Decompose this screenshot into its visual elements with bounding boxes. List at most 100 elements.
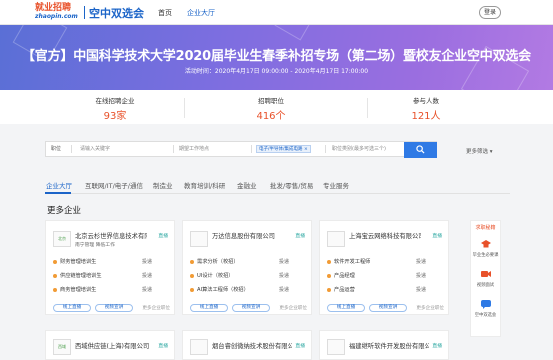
keyword-input[interactable]: 请输入关键字 [80, 142, 110, 156]
stat-participants: 参与人数 121人 [376, 95, 476, 122]
live-stream-button[interactable]: 线上直播 [190, 304, 228, 312]
video-camera-icon [480, 269, 492, 280]
search-button[interactable] [404, 142, 437, 158]
job-item[interactable]: 财务管理培训生 [53, 258, 96, 265]
apply-button[interactable]: 投递 [142, 286, 152, 293]
tab-finance[interactable]: 金融业 [237, 180, 257, 190]
company-card[interactable]: 福建继听软件开发股份有限公司 直播 [319, 330, 449, 360]
job-title: 产品经理 [334, 273, 355, 279]
apply-button[interactable]: 投递 [416, 272, 426, 279]
live-stream-button[interactable]: 线上直播 [53, 304, 91, 312]
graduation-cap-icon [480, 239, 492, 250]
job-item[interactable]: 供应链管理培训生 [53, 272, 102, 279]
side-item-label: 视频面试 [476, 283, 495, 288]
job-dot-icon [327, 273, 331, 278]
active-tab-indicator [45, 192, 71, 194]
job-title: 产品运营 [334, 287, 355, 293]
tab-internet[interactable]: 互联网/IT/电子/通信 [85, 180, 143, 190]
job-item[interactable]: UI设计（校招） [190, 272, 233, 279]
job-title: 财务管理培训生 [60, 259, 97, 265]
site-title: 空中双选会 [89, 7, 144, 20]
job-dot-icon [327, 287, 331, 292]
job-item[interactable]: 产品经理 [327, 272, 355, 279]
company-card[interactable]: 上海宝云网络科技有限公司 直播 软件开发工程师 投递 产品经理 投递 产品运营 … [319, 220, 449, 315]
tab-manufacturing[interactable]: 制造业 [153, 180, 173, 190]
job-item[interactable]: 需求分析（校招） [190, 258, 239, 265]
login-button[interactable]: 登录 [479, 6, 501, 19]
search-type-select[interactable]: 职位 [51, 142, 61, 156]
industry-tag-label: 电子/半导体/集成电路 [259, 147, 303, 152]
live-badge: 直播 [432, 344, 442, 349]
company-name[interactable]: 万达信息股份有限公司 [212, 231, 284, 240]
company-name[interactable]: 烟台睿创微纳技术股份有限公司 [212, 341, 292, 350]
company-logo: 西域 [53, 339, 71, 355]
apply-button[interactable]: 投递 [279, 286, 289, 293]
category-select[interactable]: 职位类别(最多可选三个) [332, 142, 386, 156]
company-name[interactable]: 西域供应链(上海)有限公司 [75, 341, 155, 350]
industry-tag[interactable]: 电子/半导体/集成电路 × [256, 145, 311, 153]
live-stream-button[interactable]: 线上直播 [327, 304, 365, 312]
event-banner: 【官方】中国科学技术大学2020届毕业生春季补招专场（第二场）暨校友企业空中双选… [0, 25, 553, 90]
job-dot-icon [53, 273, 57, 278]
apply-button[interactable]: 投递 [142, 272, 152, 279]
site-logo[interactable]: 就业招聘 zhaopin.com [35, 4, 79, 21]
company-name[interactable]: 上海宝云网络科技有限公司 [349, 231, 421, 240]
company-card[interactable]: 西域 西域供应链(上海)有限公司 直播 [45, 330, 175, 360]
logo-domain: zhaopin.com [35, 13, 78, 20]
divider [184, 98, 185, 118]
company-logo [190, 339, 208, 355]
video-talk-button[interactable]: 视频宣讲 [95, 304, 133, 312]
tab-enterprise-hall[interactable]: 企业大厅 [46, 180, 72, 190]
apply-button[interactable]: 投递 [142, 258, 152, 265]
chevron-down-icon: ▾ [489, 149, 493, 155]
more-filter-button[interactable]: 更多筛选 ▾ [466, 147, 493, 155]
stat-positions: 招聘职位 416个 [221, 95, 321, 122]
company-tags: 南宁管理 降低工作 [75, 243, 115, 248]
live-badge: 直播 [295, 234, 305, 239]
event-title: 【官方】中国科学技术大学2020届毕业生春季补招专场（第二场）暨校友企业空中双选… [22, 49, 531, 64]
logo-divider [84, 6, 85, 19]
tag-close-icon[interactable]: × [304, 147, 308, 152]
industry-tabs: 企业大厅 互联网/IT/电子/通信 制造业 教育培训/科研 金融业 批发/零售/… [45, 177, 510, 194]
company-card[interactable]: 北京 北京云杉世界信息技术有限... 直播 南宁管理 降低工作 财务管理培训生 … [45, 220, 175, 315]
apply-button[interactable]: 投递 [416, 258, 426, 265]
job-item[interactable]: AI算法工程师（校招） [190, 286, 249, 293]
video-talk-button[interactable]: 视频宣讲 [232, 304, 270, 312]
company-card[interactable]: 万达信息股份有限公司 直播 需求分析（校招） 投递 UI设计（校招） 投递 AI… [182, 220, 312, 315]
more-jobs-link[interactable]: 更多企业职位 [416, 305, 444, 311]
job-dot-icon [190, 287, 194, 292]
search-bar: 职位 请输入关键字 期望工作地点 电子/半导体/集成电路 × 职位类别(最多可选… [45, 141, 437, 157]
side-item-video-interview[interactable]: 视频面试 [471, 269, 500, 288]
apply-button[interactable]: 投递 [279, 258, 289, 265]
company-card[interactable]: 烟台睿创微纳技术股份有限公司 直播 [182, 330, 312, 360]
more-jobs-link[interactable]: 更多企业职位 [279, 305, 307, 311]
more-jobs-link[interactable]: 更多企业职位 [142, 305, 170, 311]
side-item-air-fair[interactable]: 空中双选会 [471, 299, 500, 318]
chat-bubble-icon [480, 299, 492, 310]
apply-button[interactable]: 投递 [416, 286, 426, 293]
tab-education[interactable]: 教育培训/科研 [184, 180, 225, 190]
job-item[interactable]: 商务管理培训生 [53, 286, 96, 293]
job-title: 软件开发工程师 [334, 259, 371, 265]
nav-home[interactable]: 首页 [158, 8, 172, 18]
job-item[interactable]: 产品运营 [327, 286, 355, 293]
job-title: 商务管理培训生 [60, 287, 97, 293]
job-title: UI设计（校招） [197, 273, 234, 279]
live-badge: 直播 [295, 344, 305, 349]
apply-button[interactable]: 投递 [279, 272, 289, 279]
side-item-label: 空中双选会 [474, 313, 497, 318]
company-name[interactable]: 北京云杉世界信息技术有限... [75, 231, 147, 240]
location-select[interactable]: 期望工作地点 [179, 142, 209, 156]
company-logo: 北京 [53, 231, 71, 247]
more-filter-label: 更多筛选 [466, 149, 489, 155]
event-time: 活动时间：2020年4月17日 09:00:00 - 2020年4月17日 17… [184, 68, 369, 75]
divider [251, 145, 252, 153]
job-item[interactable]: 软件开发工程师 [327, 258, 370, 265]
tab-services[interactable]: 专业服务 [323, 180, 349, 190]
nav-enterprise-hall[interactable]: 企业大厅 [187, 8, 215, 18]
tab-retail[interactable]: 批发/零售/贸易 [270, 180, 313, 190]
side-item-graduate-course[interactable]: 毕业生必要课 [471, 239, 500, 258]
job-tips-panel: 求职秘籍 毕业生必要课 视频面试 空中双选会 [470, 220, 501, 337]
company-name[interactable]: 福建继听软件开发股份有限公司 [349, 341, 429, 350]
video-talk-button[interactable]: 视频宣讲 [369, 304, 407, 312]
